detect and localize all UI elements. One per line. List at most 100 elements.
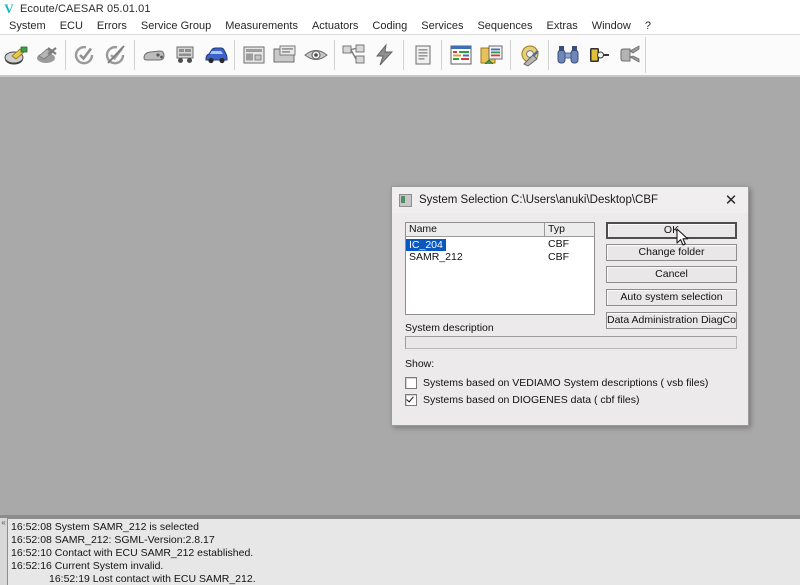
dialog-button-column: OK Change folder Cancel Auto system sele… [606, 222, 737, 334]
menu-item-ecu[interactable]: ECU [53, 19, 90, 33]
open-system-icon [4, 46, 27, 65]
toolbar-button-settings-tools[interactable] [514, 37, 545, 73]
toolbar-separator [403, 40, 404, 70]
log-line: 16:52:10 Contact with ECU SAMR_212 estab… [11, 547, 254, 559]
view-icon [303, 50, 328, 60]
menu-item-actuators[interactable]: Actuators [305, 19, 365, 33]
toolbar-button-search[interactable] [552, 37, 583, 73]
data-administration-diagcon-button[interactable]: Data Administration DiagCon [606, 312, 737, 329]
toolbar-button-actuators[interactable] [369, 37, 400, 73]
log-panel: « 16:52:08 System SAMR_212 is selected 1… [0, 518, 800, 585]
toolbar-button-open-system[interactable] [0, 37, 31, 73]
toolbar-button-view-live-data[interactable] [300, 37, 331, 73]
toolbar-button-plug[interactable] [614, 37, 645, 73]
log-message-area[interactable]: 16:52:08 System SAMR_212 is selected 16:… [7, 518, 800, 585]
menu-item-service-group[interactable]: Service Group [134, 19, 218, 33]
toolbar-button-coding[interactable] [476, 37, 507, 73]
title-bar: V Ecoute/CAESAR 05.01.01 [0, 0, 800, 17]
menu-item-measurements[interactable]: Measurements [218, 19, 305, 33]
toolbar-separator [548, 40, 549, 70]
menu-item-services[interactable]: Services [414, 19, 470, 33]
toolbar-separator [334, 40, 335, 70]
dialog-body: Name Typ IC_204 CBF SAMR_212 CBF OK Chan… [392, 213, 748, 425]
connector-icon [589, 48, 609, 62]
toolbar-button-connector[interactable] [583, 37, 614, 73]
log-gutter[interactable]: « [0, 518, 7, 585]
auto-system-selection-button[interactable]: Auto system selection [606, 289, 737, 306]
ecu-identification-icon [142, 50, 165, 61]
measurements-icon [450, 45, 471, 65]
toolbar-button-check-ecu[interactable] [69, 37, 100, 73]
list-item[interactable]: IC_204 CBF [406, 237, 594, 251]
application-window: V Ecoute/CAESAR 05.01.01 System ECU Erro… [0, 0, 800, 585]
list-item[interactable]: SAMR_212 CBF [406, 250, 594, 263]
ok-button[interactable]: OK [606, 222, 737, 239]
close-system-icon [36, 47, 57, 63]
error-folder-icon [273, 45, 295, 63]
vehicle-icon [205, 47, 227, 64]
change-folder-button[interactable]: Change folder [606, 244, 737, 261]
file-typ-label: CBF [548, 250, 569, 263]
toolbar-button-measurements[interactable] [445, 37, 476, 73]
toolbar-button-close-system[interactable] [31, 37, 62, 73]
toolbar [0, 35, 800, 77]
menu-item-window[interactable]: Window [585, 19, 638, 33]
window-title: Ecoute/CAESAR 05.01.01 [20, 2, 151, 15]
toolbar-button-errors-memory[interactable] [238, 37, 269, 73]
toolbar-button-disconnect-ecu[interactable] [100, 37, 131, 73]
system-selection-dialog: System Selection C:\Users\anuki\Desktop\… [391, 186, 749, 426]
actuators-icon [375, 43, 393, 66]
checkbox-unchecked-icon[interactable] [405, 377, 417, 389]
check-ecu-icon [74, 45, 93, 65]
toolbar-button-ecu-identification[interactable] [138, 37, 169, 73]
dialog-title: System Selection C:\Users\anuki\Desktop\… [419, 194, 659, 206]
menu-item-sequences[interactable]: Sequences [470, 19, 539, 33]
errors-icon [243, 46, 264, 64]
toolbar-button-ecu-variant[interactable] [169, 37, 200, 73]
menu-item-errors[interactable]: Errors [90, 19, 134, 33]
menu-item-extras[interactable]: Extras [540, 19, 585, 33]
file-typ-label: CBF [548, 237, 569, 250]
toolbar-separator [234, 40, 235, 70]
menu-item-coding[interactable]: Coding [365, 19, 414, 33]
checkbox-checked-icon[interactable] [405, 394, 417, 406]
menu-item-system[interactable]: System [2, 19, 53, 33]
menu-item-help[interactable]: ? [638, 19, 658, 33]
toolbar-separator [65, 40, 66, 70]
system-description-label: System description [405, 322, 494, 334]
ecu-variant-icon [176, 46, 193, 63]
checkbox-vediamo-label: Systems based on VEDIAMO System descript… [423, 377, 709, 389]
checkbox-vediamo[interactable]: Systems based on VEDIAMO System descript… [405, 377, 708, 389]
disconnect-ecu-icon [105, 45, 125, 65]
plug-icon [620, 45, 639, 63]
v-logo-icon: V [4, 1, 14, 16]
document-icon [415, 45, 430, 65]
toolbar-empty-area [645, 37, 800, 73]
file-name-label: SAMR_212 [409, 250, 463, 263]
toolbar-button-service-group[interactable] [338, 37, 369, 73]
log-line: 16:52:08 SAMR_212: SGML-Version:2.8.17 [11, 534, 215, 546]
menu-bar: System ECU Errors Service Group Measurem… [0, 17, 800, 35]
toolbar-separator [134, 40, 135, 70]
binoculars-icon [557, 46, 578, 64]
toolbar-button-vehicle[interactable] [200, 37, 231, 73]
close-icon[interactable]: ✕ [718, 189, 744, 211]
toolbar-separator [510, 40, 511, 70]
log-line: 16:52:16 Current System invalid. [11, 560, 164, 572]
log-line: 16:52:19 Lost contact with ECU SAMR_212. [49, 573, 256, 585]
checkbox-diogenes-label: Systems based on DIOGENES data ( cbf fil… [423, 394, 640, 406]
column-header-typ[interactable]: Typ [545, 223, 594, 236]
dialog-title-bar[interactable]: System Selection C:\Users\anuki\Desktop\… [392, 187, 748, 213]
toolbar-button-error-folder[interactable] [269, 37, 300, 73]
settings-tools-icon [521, 45, 539, 67]
coding-folder-icon [480, 45, 502, 65]
toolbar-button-document-log[interactable] [407, 37, 438, 73]
cancel-button[interactable]: Cancel [606, 266, 737, 283]
log-line: 16:52:08 System SAMR_212 is selected [11, 521, 199, 533]
checkbox-diogenes[interactable]: Systems based on DIOGENES data ( cbf fil… [405, 394, 640, 406]
system-file-list[interactable]: Name Typ IC_204 CBF SAMR_212 CBF [405, 222, 595, 315]
system-selection-icon [399, 193, 412, 207]
service-group-icon [342, 44, 364, 64]
file-name-label: IC_204 [406, 238, 446, 251]
system-description-input[interactable] [405, 336, 737, 349]
